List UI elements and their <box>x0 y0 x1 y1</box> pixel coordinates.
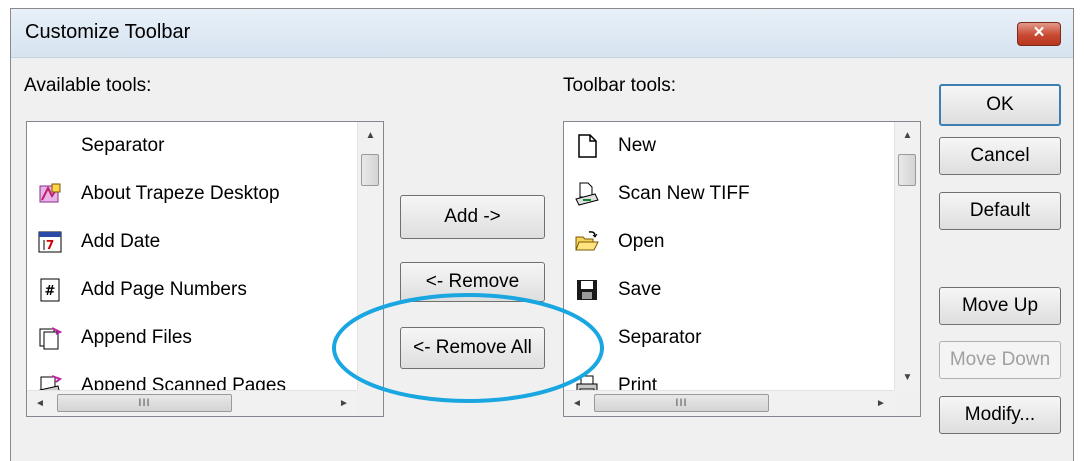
add-date-icon: 7 <box>37 229 63 255</box>
svg-text:#: # <box>45 284 56 299</box>
toolbar-list-item[interactable]: Separator <box>564 314 894 362</box>
print-icon <box>574 373 600 390</box>
scroll-right-arrow-icon[interactable]: ► <box>868 391 894 416</box>
available-list-item[interactable]: Separator <box>27 122 357 170</box>
title-bar: Customize Toolbar × <box>11 9 1073 58</box>
move-up-button[interactable]: Move Up <box>939 287 1061 325</box>
remove-button[interactable]: <- Remove <box>400 262 545 302</box>
open-folder-icon <box>574 229 600 255</box>
default-button[interactable]: Default <box>939 192 1061 230</box>
list-item-label: Append Scanned Pages <box>81 375 286 390</box>
append-files-icon <box>37 325 63 351</box>
save-disk-icon <box>574 277 600 303</box>
svg-text:7: 7 <box>46 238 54 252</box>
list-item-label: Print <box>618 375 658 390</box>
new-document-icon <box>574 133 600 159</box>
available-list-item[interactable]: About Trapeze Desktop <box>27 170 357 218</box>
list-item-label: Append Files <box>81 327 192 348</box>
cancel-button[interactable]: Cancel <box>939 137 1061 175</box>
available-tools-list[interactable]: Separator About Trapeze Desktop 7 Add Date #… <box>26 121 384 417</box>
add-page-numbers-icon: # <box>37 277 63 303</box>
toolbar-list-item[interactable]: New <box>564 122 894 170</box>
toolbar-list-item[interactable]: Open <box>564 218 894 266</box>
list-item-label: About Trapeze Desktop <box>81 183 280 204</box>
toolbar-items: New Scan New TIFF Open Save Separator Print <box>564 122 894 390</box>
close-icon: × <box>1033 22 1045 43</box>
close-button[interactable]: × <box>1017 22 1061 46</box>
toolbar-list-item[interactable]: Print <box>564 362 894 390</box>
toolbar-horizontal-scrollbar[interactable]: ◄ III ► <box>564 390 920 416</box>
toolbar-list-item[interactable]: Save <box>564 266 894 314</box>
list-item-label: Add Date <box>81 231 161 252</box>
available-list-item[interactable]: # Add Page Numbers <box>27 266 357 314</box>
scroll-down-arrow-icon[interactable] <box>358 364 383 390</box>
scroll-left-arrow-icon[interactable]: ◄ <box>27 391 53 416</box>
toolbar-list-item[interactable]: Scan New TIFF <box>564 170 894 218</box>
dialog-title: Customize Toolbar <box>25 21 191 43</box>
modify-button[interactable]: Modify... <box>939 396 1061 434</box>
scroll-thumb[interactable] <box>361 154 379 186</box>
list-item-label: Open <box>618 231 665 252</box>
list-item-label: Separator <box>618 327 702 348</box>
about-trapeze-icon <box>37 181 63 207</box>
toolbar-tools-list[interactable]: New Scan New TIFF Open Save Separator Print ▲… <box>563 121 921 417</box>
list-item-label: Save <box>618 279 662 300</box>
available-tools-label: Available tools: <box>24 75 152 96</box>
available-items: Separator About Trapeze Desktop 7 Add Date #… <box>27 122 357 390</box>
list-item-label: Separator <box>81 135 165 156</box>
available-horizontal-scrollbar[interactable]: ◄ III ► <box>27 390 383 416</box>
remove-all-button[interactable]: <- Remove All <box>400 327 545 369</box>
available-list-item[interactable]: 7 Add Date <box>27 218 357 266</box>
append-scanned-pages-icon <box>37 373 63 390</box>
scan-new-tiff-icon <box>574 181 600 207</box>
scroll-left-arrow-icon[interactable]: ◄ <box>564 391 590 416</box>
scroll-thumb[interactable] <box>898 154 916 186</box>
list-item-label: Add Page Numbers <box>81 279 247 300</box>
horizontal-scroll-thumb[interactable]: III <box>57 394 232 412</box>
available-list-item[interactable]: Append Scanned Pages <box>27 362 357 390</box>
scroll-corner <box>357 390 383 416</box>
list-item-label: New <box>618 135 657 156</box>
scroll-right-arrow-icon[interactable]: ► <box>331 391 357 416</box>
available-list-item[interactable]: Append Files <box>27 314 357 362</box>
toolbar-tools-label: Toolbar tools: <box>563 75 677 96</box>
toolbar-vertical-scrollbar[interactable]: ▲ ▼ <box>894 122 920 390</box>
customize-toolbar-dialog: Customize Toolbar × Available tools: Too… <box>10 8 1074 461</box>
horizontal-scroll-thumb[interactable]: III <box>594 394 769 412</box>
available-vertical-scrollbar[interactable]: ▲ <box>357 122 383 390</box>
scroll-up-arrow-icon[interactable]: ▲ <box>895 122 920 148</box>
scroll-up-arrow-icon[interactable]: ▲ <box>358 122 383 148</box>
move-down-button[interactable]: Move Down <box>939 341 1061 379</box>
list-item-label: Scan New TIFF <box>618 183 750 204</box>
scroll-down-arrow-icon[interactable]: ▼ <box>895 364 920 390</box>
ok-button[interactable]: OK <box>939 84 1061 126</box>
scroll-corner <box>894 390 920 416</box>
add-button[interactable]: Add -> <box>400 195 545 239</box>
